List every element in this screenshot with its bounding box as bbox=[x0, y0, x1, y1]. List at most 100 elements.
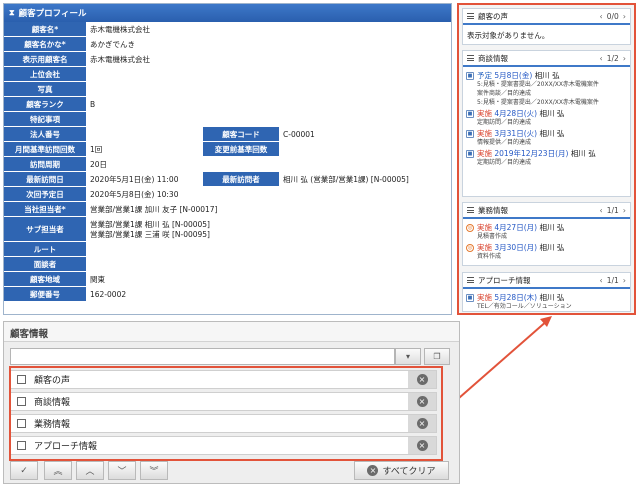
move-down-button[interactable]: ﹀ bbox=[108, 461, 136, 480]
entry-person: 相川 弘 bbox=[539, 293, 565, 302]
entry-status: 実施 bbox=[477, 109, 492, 118]
prev-icon[interactable]: ‹ bbox=[600, 54, 603, 63]
field-label: 顧客コード bbox=[203, 127, 279, 142]
field-label: 訪問周期 bbox=[4, 157, 86, 172]
field-value-text: 赤木電機株式会社 bbox=[90, 24, 150, 34]
field-label: 最新訪問日 bbox=[4, 172, 86, 187]
move-bottom-button[interactable]: ︾ bbox=[140, 461, 168, 480]
check-button[interactable]: ✓ bbox=[10, 461, 38, 480]
entry-date: 5月8日(金) bbox=[494, 71, 533, 80]
timeline-entry[interactable]: ■ 実施 3月31日(火) 相川 弘情報提供／目的達成 bbox=[463, 128, 630, 148]
next-icon[interactable]: › bbox=[623, 206, 626, 215]
entry-date: 4月28日(火) bbox=[494, 109, 538, 118]
entry-person: 相川 弘 bbox=[539, 243, 565, 252]
field-label: 最新訪問者 bbox=[203, 172, 279, 187]
clear-all-button[interactable]: × すべてクリア bbox=[354, 461, 449, 480]
field-label: 写真 bbox=[4, 82, 86, 97]
field-value: 162-0002 bbox=[86, 287, 126, 302]
approach-card-header: アプローチ情報 ‹ 1/1 › bbox=[463, 273, 630, 289]
voice-card-title: 顧客の声 bbox=[478, 11, 508, 21]
field-value-text: B bbox=[90, 99, 96, 109]
field-label: 顧客名* bbox=[4, 22, 86, 37]
list-icon bbox=[467, 207, 474, 213]
work-list: ◎ 実施 4月27日(月) 相川 弘見積書作成 ◎ 実施 3月30日(月) 相川 弘資… bbox=[463, 219, 630, 262]
prev-icon[interactable]: ‹ bbox=[600, 276, 603, 285]
profile-field-row: 月間基準訪問回数 1回 bbox=[4, 142, 102, 157]
pin-icon[interactable]: ⧗ bbox=[9, 8, 15, 18]
entry-status: 実施 bbox=[477, 243, 492, 252]
timeline-entry[interactable]: ■ 実施 5月28日(木) 相川 弘 TEL／有効コール／ソリューション bbox=[463, 292, 630, 312]
field-value: 赤木電機株式会社 bbox=[86, 22, 150, 37]
next-icon[interactable]: › bbox=[623, 54, 626, 63]
profile-field-row: 顧客名かな* あかぎでんき bbox=[4, 37, 135, 52]
voice-card: 顧客の声 ‹ 0/0 › 表示対象がありません。 bbox=[462, 8, 631, 45]
field-value bbox=[86, 242, 90, 257]
clear-icon: × bbox=[367, 465, 379, 476]
deals-card: 商談情報 ‹ 1/2 › ■ 予定 5月8日(金) 相川 弘 5:見積・提案書提出／… bbox=[462, 50, 631, 197]
timeline-entry[interactable]: ■ 実施 2019年12月23日(月) 相川 弘定期訪問／目的達成 bbox=[463, 148, 630, 168]
entry-person: 相川 弘 bbox=[539, 109, 565, 118]
chevron-down-icon[interactable]: ▾ bbox=[395, 348, 421, 365]
meeting-icon: ■ bbox=[466, 294, 474, 302]
move-up-button[interactable]: ︿ bbox=[76, 461, 104, 480]
work-card: 業務情報 ‹ 1/1 › ◎ 実施 4月27日(月) 相川 弘見積書作成 ◎ 実施 3… bbox=[462, 202, 631, 266]
entry-text: 実施 4月27日(月) 相川 弘見積書作成 bbox=[477, 223, 564, 241]
profile-field-row: 訪問周期 20日 bbox=[4, 157, 107, 172]
meeting-icon: ■ bbox=[466, 130, 474, 138]
move-top-button[interactable]: ︽ bbox=[44, 461, 72, 480]
field-value-text: あかぎでんき bbox=[90, 39, 135, 49]
profile-field-row: 表示用顧客名 赤木電機株式会社 bbox=[4, 52, 150, 67]
profile-field-row: 当社担当者* 営業部/営業1課 加川 友子 [N-00017] bbox=[4, 202, 217, 217]
entry-detail: 5:見積・提案書提出／20XX/XX赤木電機案件 bbox=[477, 81, 599, 88]
entry-headline: 実施 5月28日(木) 相川 弘 bbox=[477, 293, 572, 302]
profile-field-row: 次回予定日 2020年5月8日(金) 10:30 bbox=[4, 187, 178, 202]
field-label: 顧客地域 bbox=[4, 272, 86, 287]
entry-person: 相川 弘 bbox=[570, 149, 596, 158]
profile-field-row: 顧客ランク B bbox=[4, 97, 95, 112]
next-icon[interactable]: › bbox=[623, 276, 626, 285]
entry-text: 実施 4月28日(火) 相川 弘定期訪問／目的達成 bbox=[477, 109, 564, 127]
entry-detail: 見積書作成 bbox=[477, 233, 508, 240]
field-value-text: 営業部/営業1課 相川 弘 [N-00005] bbox=[90, 219, 210, 229]
deals-count: 1/2 bbox=[606, 53, 619, 63]
prev-icon[interactable]: ‹ bbox=[600, 12, 603, 21]
work-card-title: 業務情報 bbox=[478, 205, 508, 215]
customer-profile-panel: ⧗ 顧客プロフィール 顧客名* 赤木電機株式会社 顧客名かな* あかぎでんき 表示用顧客… bbox=[3, 3, 452, 315]
field-value: 2020年5月1日(金) 11:00 bbox=[86, 172, 178, 187]
entry-status: 実施 bbox=[477, 149, 492, 158]
meeting-icon: ■ bbox=[466, 150, 474, 158]
copy-icon[interactable]: ❐ bbox=[424, 348, 450, 365]
entry-headline: 実施 2019年12月23日(月) 相川 弘 bbox=[477, 149, 596, 158]
prev-icon[interactable]: ‹ bbox=[600, 206, 603, 215]
deals-card-header: 商談情報 ‹ 1/2 › bbox=[463, 51, 630, 67]
profile-field-row: 面談者 bbox=[4, 257, 90, 272]
field-label: サブ担当者 bbox=[4, 217, 86, 242]
field-value bbox=[86, 127, 90, 142]
entry-text: 実施 5月28日(木) 相川 弘 TEL／有効コール／ソリューション bbox=[477, 293, 572, 311]
profile-field-row: ルート bbox=[4, 242, 90, 257]
field-value-text: 2020年5月1日(金) 11:00 bbox=[90, 174, 179, 184]
timeline-entry[interactable]: ◎ 実施 4月27日(月) 相川 弘見積書作成 bbox=[463, 222, 630, 242]
entry-detail: 定期訪問／目的達成 bbox=[477, 159, 532, 166]
field-value: 1回 bbox=[86, 142, 102, 157]
timeline-entry[interactable]: ■ 実施 4月28日(火) 相川 弘定期訪問／目的達成 bbox=[463, 108, 630, 128]
field-label: 法人番号 bbox=[4, 127, 86, 142]
approach-count: 1/1 bbox=[606, 275, 619, 285]
entry-text: 実施 2019年12月23日(月) 相川 弘定期訪問／目的達成 bbox=[477, 149, 596, 167]
entry-detail: TEL／有効コール／ソリューション bbox=[477, 303, 572, 310]
profile-field-row: 最新訪問日 2020年5月1日(金) 11:00 bbox=[4, 172, 178, 187]
entry-text: 実施 3月30日(月) 相川 弘資料作成 bbox=[477, 243, 564, 261]
field-value: あかぎでんき bbox=[86, 37, 135, 52]
profile-field-row: 特記事項 bbox=[4, 112, 90, 127]
field-value-text: 162-0002 bbox=[90, 289, 127, 299]
approach-list: ■ 実施 5月28日(木) 相川 弘 TEL／有効コール／ソリューション bbox=[463, 289, 630, 312]
approach-card: アプローチ情報 ‹ 1/1 › ■ 実施 5月28日(木) 相川 弘 TEL／有効コ… bbox=[462, 272, 631, 312]
entry-person: 相川 弘 bbox=[539, 129, 565, 138]
timeline-entry[interactable]: ◎ 実施 3月30日(月) 相川 弘資料作成 bbox=[463, 242, 630, 262]
field-value bbox=[86, 257, 90, 272]
timeline-entry[interactable]: ■ 予定 5月8日(金) 相川 弘 5:見積・提案書提出／20XX/XX赤木電機案件… bbox=[463, 70, 630, 108]
entry-person: 相川 弘 bbox=[534, 71, 560, 80]
field-value: 20日 bbox=[86, 157, 107, 172]
customer-info-select[interactable] bbox=[10, 348, 395, 365]
next-icon[interactable]: › bbox=[623, 12, 626, 21]
